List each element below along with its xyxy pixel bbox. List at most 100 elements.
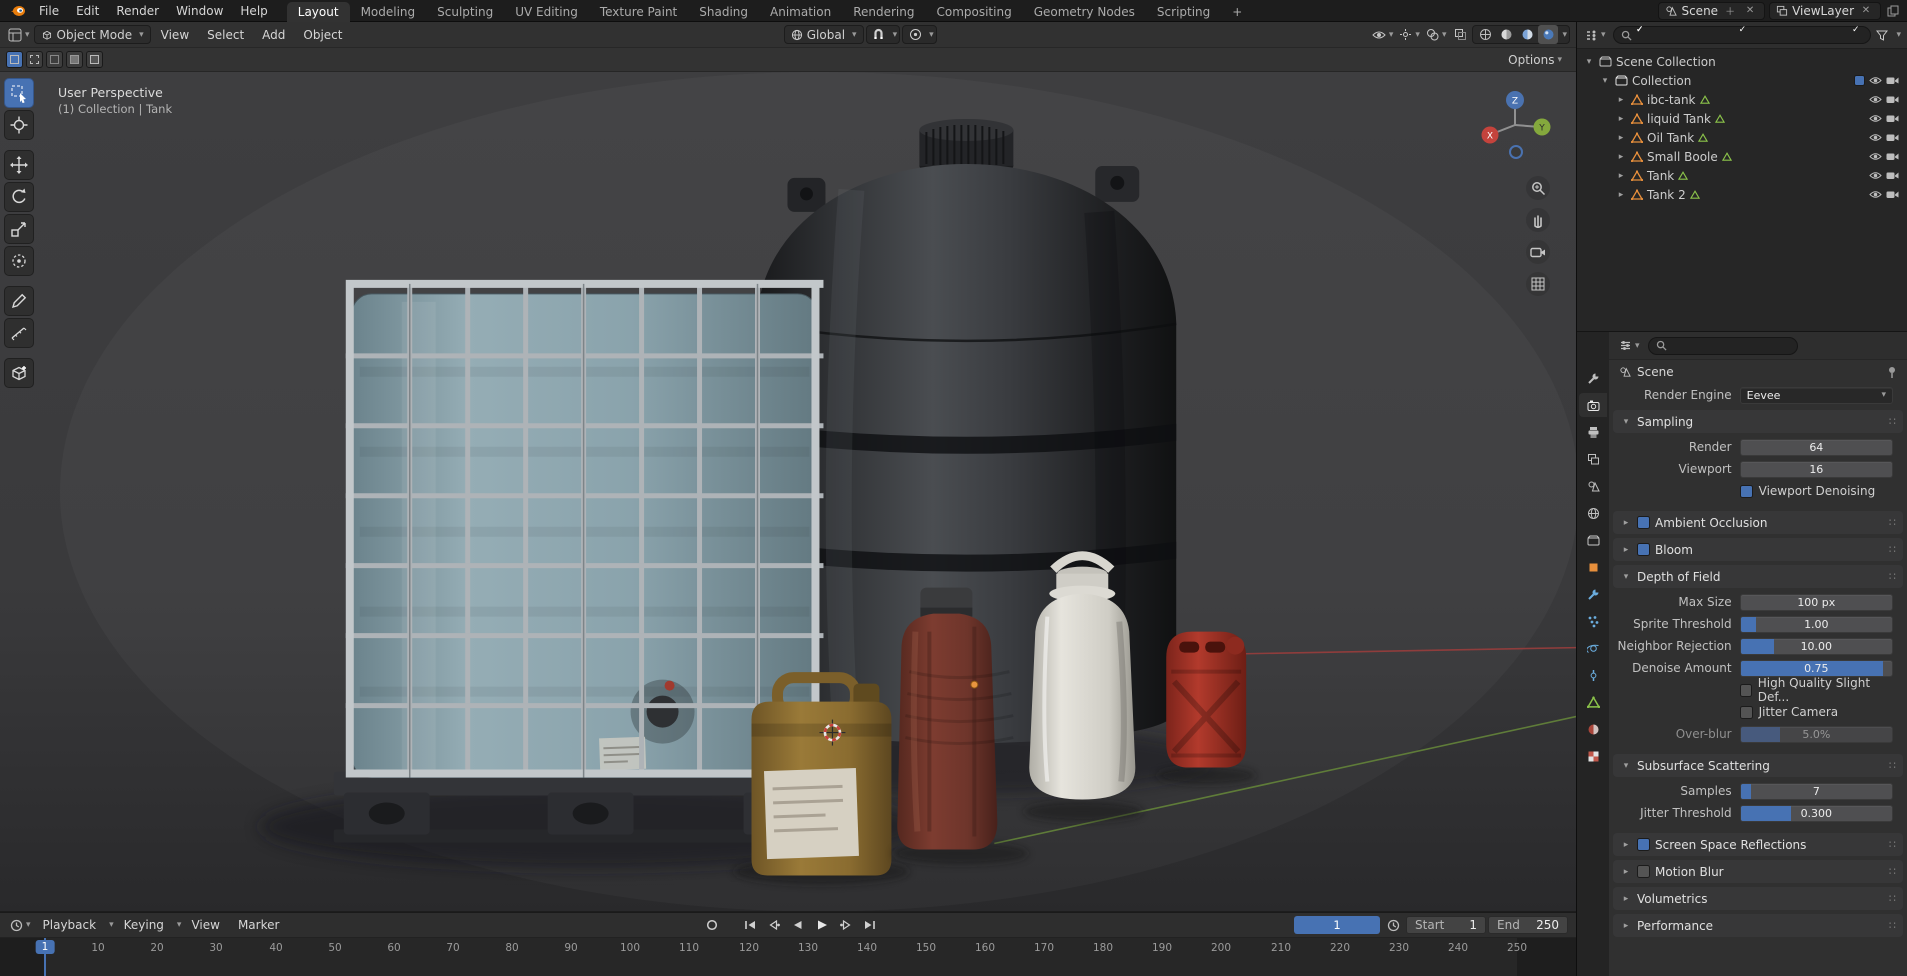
shading-wireframe-icon[interactable] xyxy=(1475,25,1495,44)
dof-max-size-field[interactable]: 100 px xyxy=(1739,593,1893,611)
camera-visibility-icon[interactable] xyxy=(1886,133,1899,142)
bloom-checkbox[interactable]: ✓ xyxy=(1636,26,1650,556)
render-engine-select[interactable]: Eevee ▾ xyxy=(1739,386,1893,404)
menu-window[interactable]: Window xyxy=(168,2,231,20)
select-mode-intersect-button[interactable] xyxy=(86,51,103,68)
select-mode-extend-button[interactable] xyxy=(26,51,43,68)
tab-world[interactable] xyxy=(1579,501,1607,525)
remove-viewlayer-button[interactable]: ✕ xyxy=(1858,3,1874,19)
viewport-canvas[interactable]: User Perspective (1) Collection | Tank Z… xyxy=(0,72,1576,912)
workspace-tab-texture-paint[interactable]: Texture Paint xyxy=(589,2,688,22)
transform-tool[interactable] xyxy=(4,246,34,276)
cursor-tool[interactable] xyxy=(4,110,34,140)
outliner-row-object[interactable]: ▸ Small Boole xyxy=(1577,147,1907,166)
sampling-viewport-field[interactable]: 16 xyxy=(1739,460,1893,478)
scene-browse-icon[interactable] xyxy=(1665,5,1678,17)
outliner-editor-type-button[interactable]: ▾ xyxy=(1583,26,1608,45)
camera-visibility-icon[interactable] xyxy=(1886,114,1899,123)
select-box-tool[interactable] xyxy=(4,78,34,108)
pan-hand-icon[interactable] xyxy=(1526,208,1550,232)
workspace-tab-layout[interactable]: Layout xyxy=(286,1,350,22)
scale-tool[interactable] xyxy=(4,214,34,244)
workspace-tab-animation[interactable]: Animation xyxy=(759,2,842,22)
menu-help[interactable]: Help xyxy=(232,2,275,20)
editor-type-button[interactable]: ▾ xyxy=(6,25,32,44)
window-copy-icon[interactable] xyxy=(1885,3,1901,19)
mode-dropdown[interactable]: Object Mode ▾ xyxy=(33,25,151,44)
outliner-row-object[interactable]: ▸ ibc-tank xyxy=(1577,90,1907,109)
panel-motion-blur-header[interactable]: ▸ Motion Blur ∷ xyxy=(1613,860,1903,883)
timeline-menu-marker[interactable]: Marker xyxy=(230,916,287,934)
auto-keying-toggle[interactable] xyxy=(701,916,723,934)
new-scene-button[interactable]: ＋ xyxy=(1722,3,1738,19)
orthographic-grid-icon[interactable] xyxy=(1526,272,1550,296)
show-overlays-icon[interactable]: ▾ xyxy=(1424,25,1449,44)
chevron-down-icon[interactable]: ▾ xyxy=(1896,30,1901,40)
previous-keyframe-button[interactable] xyxy=(763,916,785,934)
disclosure-triangle-icon[interactable]: ▸ xyxy=(1615,133,1627,143)
tab-material[interactable] xyxy=(1579,717,1607,741)
motion-blur-checkbox[interactable] xyxy=(1637,865,1650,878)
viewport-menu-object[interactable]: Object xyxy=(295,26,350,44)
tab-object-data[interactable] xyxy=(1579,690,1607,714)
annotate-tool[interactable] xyxy=(4,286,34,316)
viewport-menu-add[interactable]: Add xyxy=(254,26,293,44)
blender-logo-icon[interactable] xyxy=(10,5,26,17)
select-mode-new-button[interactable] xyxy=(6,51,23,68)
disclosure-triangle-icon[interactable]: ▸ xyxy=(1615,190,1627,200)
menu-file[interactable]: File xyxy=(31,2,67,20)
timeline-editor-type-button[interactable]: ▾ xyxy=(8,916,33,935)
workspace-tab-compositing[interactable]: Compositing xyxy=(925,2,1022,22)
camera-visibility-icon[interactable] xyxy=(1886,152,1899,161)
workspace-tab-uv-editing[interactable]: UV Editing xyxy=(504,2,589,22)
tab-tool[interactable] xyxy=(1579,366,1607,390)
camera-visibility-icon[interactable] xyxy=(1886,190,1899,199)
sampling-render-field[interactable]: 64 xyxy=(1739,438,1893,456)
ssr-checkbox[interactable]: ✓ xyxy=(1636,26,1650,851)
panel-bloom-header[interactable]: ▸ ✓ Bloom ∷ xyxy=(1613,26,1903,561)
jump-to-end-button[interactable] xyxy=(859,916,881,934)
panel-ambient-occlusion-header[interactable]: ▸ ✓ Ambient Occlusion ∷ xyxy=(1613,26,1903,534)
hide-eye-icon[interactable] xyxy=(1869,171,1882,180)
pin-icon[interactable] xyxy=(1887,366,1897,379)
add-workspace-button[interactable]: + xyxy=(1221,2,1253,22)
viewport-denoising-checkbox[interactable]: ✓ xyxy=(1739,26,1753,498)
move-tool[interactable] xyxy=(4,150,34,180)
dof-jitter-camera-checkbox[interactable] xyxy=(1739,705,1753,719)
tab-render[interactable] xyxy=(1579,393,1607,417)
shading-material-icon[interactable] xyxy=(1517,25,1537,44)
dof-neighbor-rejection-slider[interactable]: 10.00 xyxy=(1739,637,1893,655)
panel-screen-space-reflections-header[interactable]: ▸ ✓ Screen Space Reflections ∷ xyxy=(1613,26,1903,856)
workspace-tab-geometry-nodes[interactable]: Geometry Nodes xyxy=(1023,2,1146,22)
proportional-editing-icon[interactable] xyxy=(905,25,925,44)
chevron-down-icon[interactable]: ▾ xyxy=(893,30,898,40)
dof-high-quality-checkbox[interactable] xyxy=(1739,683,1752,697)
viewport-menu-select[interactable]: Select xyxy=(199,26,252,44)
workspace-tab-shading[interactable]: Shading xyxy=(688,2,759,22)
rotate-tool[interactable] xyxy=(4,182,34,212)
unlink-scene-button[interactable]: ✕ xyxy=(1742,3,1758,19)
panel-subsurface-scattering-header[interactable]: ▾ Subsurface Scattering ∷ xyxy=(1613,754,1903,777)
shading-rendered-icon[interactable] xyxy=(1538,25,1559,44)
camera-visibility-icon[interactable] xyxy=(1886,171,1899,180)
hide-eye-icon[interactable] xyxy=(1869,190,1882,199)
current-frame-field[interactable]: 1 xyxy=(1294,916,1381,934)
tab-modifiers[interactable] xyxy=(1579,582,1607,606)
menu-render[interactable]: Render xyxy=(108,2,167,20)
panel-sampling-header[interactable]: ▾ Sampling ∷ xyxy=(1613,410,1903,433)
disclosure-triangle-icon[interactable]: ▸ xyxy=(1615,95,1627,105)
dof-overblur-slider[interactable]: 5.0% xyxy=(1739,725,1893,743)
play-reverse-button[interactable] xyxy=(787,916,809,934)
camera-view-icon[interactable] xyxy=(1526,240,1550,264)
properties-search-input[interactable] xyxy=(1647,336,1798,355)
dof-sprite-threshold-slider[interactable]: 1.00 xyxy=(1739,615,1893,633)
workspace-tab-modeling[interactable]: Modeling xyxy=(350,2,427,22)
panel-volumetrics-header[interactable]: ▸ Volumetrics ∷ xyxy=(1613,887,1903,910)
gizmo-negative-z-axis[interactable] xyxy=(1509,145,1523,159)
disclosure-triangle-icon[interactable]: ▸ xyxy=(1615,171,1627,181)
panel-performance-header[interactable]: ▸ Performance ∷ xyxy=(1613,914,1903,937)
viewport-menu-view[interactable]: View xyxy=(153,26,197,44)
chevron-down-icon[interactable]: ▾ xyxy=(1562,30,1567,40)
hide-eye-icon[interactable] xyxy=(1869,133,1882,142)
show-gizmo-icon[interactable]: ▾ xyxy=(1397,25,1422,44)
